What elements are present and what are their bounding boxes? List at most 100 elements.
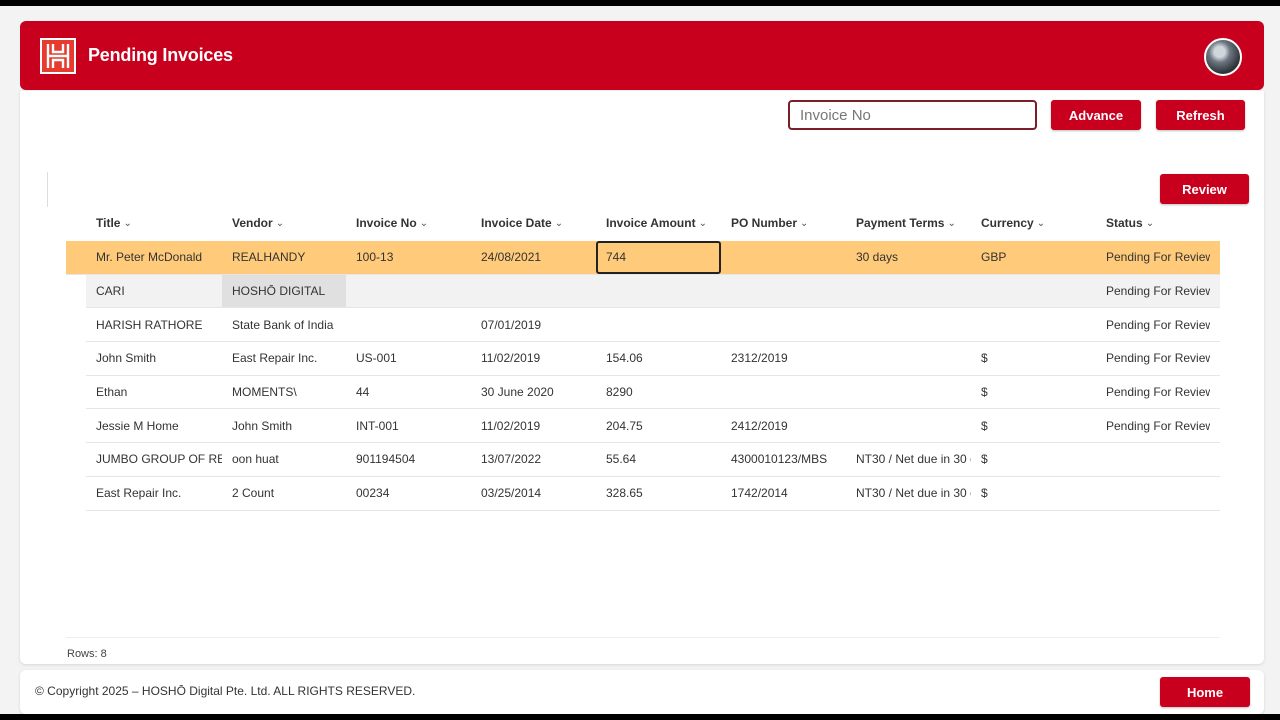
table-cell[interactable]: MOMENTS\ <box>222 376 346 409</box>
table-cell[interactable]: Pending For Review <box>1096 308 1210 341</box>
user-avatar[interactable] <box>1204 38 1242 76</box>
table-cell[interactable]: 1742/2014 <box>721 477 846 510</box>
table-cell[interactable]: 328.65 <box>596 477 721 510</box>
table-cell[interactable] <box>721 308 846 341</box>
invoice-search-input[interactable] <box>788 100 1037 130</box>
table-cell[interactable]: East Repair Inc. <box>86 477 222 510</box>
table-cell[interactable]: 07/01/2019 <box>471 308 596 341</box>
table-cell[interactable] <box>721 241 846 274</box>
table-cell[interactable]: 901194504 <box>346 443 471 476</box>
table-cell[interactable]: $ <box>971 342 1096 375</box>
table-cell[interactable] <box>1096 443 1210 476</box>
table-row[interactable]: CARI HOSHŌ DIGITAL Pending For Review <box>86 274 1220 309</box>
table-cell[interactable]: $ <box>971 376 1096 409</box>
table-cell[interactable]: $ <box>971 477 1096 510</box>
table-cell[interactable]: Pending For Review <box>1096 342 1210 375</box>
table-cell[interactable] <box>596 308 721 341</box>
chevron-down-icon[interactable]: ⌄ <box>555 218 563 229</box>
table-cell[interactable]: 4300010123/MBS <box>721 443 846 476</box>
column-header[interactable]: Title ⌄ <box>66 216 222 230</box>
table-cell[interactable]: 03/25/2014 <box>471 477 596 510</box>
table-cell[interactable]: 8290 <box>596 376 721 409</box>
refresh-button[interactable]: Refresh <box>1156 100 1245 130</box>
table-cell[interactable]: 100-13 <box>346 241 471 274</box>
table-cell[interactable] <box>721 275 846 308</box>
table-cell[interactable] <box>846 376 971 409</box>
table-cell[interactable]: 11/02/2019 <box>471 409 596 442</box>
table-cell[interactable]: Pending For Review <box>1096 241 1210 274</box>
table-row[interactable]: Jessie M Home John Smith INT-001 11/02/2019… <box>86 409 1220 444</box>
table-cell[interactable]: CARI <box>86 275 222 308</box>
column-header[interactable]: PO Number ⌄ <box>721 216 846 230</box>
table-row[interactable]: East Repair Inc. 2 Count 00234 03/25/2014 32… <box>86 477 1220 511</box>
table-cell[interactable] <box>971 308 1096 341</box>
table-cell[interactable]: US-001 <box>346 342 471 375</box>
table-row[interactable]: JUMBO GROUP OF RESTAURANTSoon huat901194… <box>86 443 1220 477</box>
table-cell[interactable] <box>471 275 596 308</box>
table-cell[interactable]: 2 Count <box>222 477 346 510</box>
table-cell[interactable] <box>721 376 846 409</box>
column-header[interactable]: Invoice No ⌄ <box>346 216 471 230</box>
column-header[interactable]: Payment Terms ⌄ <box>846 216 971 230</box>
table-cell[interactable]: JUMBO GROUP OF RESTAURANTS <box>86 443 222 476</box>
table-cell[interactable]: John Smith <box>222 409 346 442</box>
table-cell[interactable] <box>596 275 721 308</box>
table-cell[interactable]: 30 days <box>846 241 971 274</box>
table-row[interactable]: Mr. Peter McDonald REALHANDY 100-13 24/08/2… <box>66 241 1220 275</box>
table-cell[interactable] <box>846 275 971 308</box>
table-cell[interactable]: 744 <box>596 241 721 274</box>
table-cell[interactable]: NT30 / Net due in 30 days <box>846 443 971 476</box>
table-cell[interactable]: HOSHŌ DIGITAL <box>222 274 346 308</box>
table-cell[interactable] <box>846 409 971 442</box>
table-cell[interactable]: 2412/2019 <box>721 409 846 442</box>
table-cell[interactable]: oon huat <box>222 443 346 476</box>
table-row[interactable]: John Smith East Repair Inc. US-001 11/02/20… <box>86 342 1220 376</box>
column-header[interactable]: Currency ⌄ <box>971 216 1096 230</box>
table-cell[interactable] <box>346 275 471 308</box>
chevron-down-icon[interactable]: ⌄ <box>123 218 131 229</box>
table-cell[interactable]: 44 <box>346 376 471 409</box>
chevron-down-icon[interactable]: ⌄ <box>699 218 707 229</box>
chevron-down-icon[interactable]: ⌄ <box>1146 218 1154 229</box>
table-cell[interactable]: 13/07/2022 <box>471 443 596 476</box>
home-button[interactable]: Home <box>1160 677 1250 707</box>
table-cell[interactable]: East Repair Inc. <box>222 342 346 375</box>
table-cell[interactable]: Pending For Review <box>1096 409 1210 442</box>
table-cell[interactable]: 00234 <box>346 477 471 510</box>
chevron-down-icon[interactable]: ⌄ <box>276 218 284 229</box>
table-cell[interactable] <box>971 275 1096 308</box>
chevron-down-icon[interactable]: ⌄ <box>420 218 428 229</box>
table-cell[interactable]: John Smith <box>86 342 222 375</box>
table-cell[interactable]: Ethan <box>86 376 222 409</box>
table-cell[interactable]: GBP <box>971 241 1096 274</box>
table-cell[interactable]: HARISH RATHORE <box>86 308 222 341</box>
table-cell[interactable]: 204.75 <box>596 409 721 442</box>
table-cell[interactable]: Pending For Review <box>1096 275 1210 308</box>
table-cell[interactable]: REALHANDY <box>222 241 346 274</box>
review-button[interactable]: Review <box>1160 174 1249 204</box>
table-cell[interactable] <box>346 308 471 341</box>
chevron-down-icon[interactable]: ⌄ <box>947 218 955 229</box>
table-cell[interactable] <box>846 308 971 341</box>
table-cell[interactable]: Mr. Peter McDonald <box>86 241 222 274</box>
table-cell[interactable]: INT-001 <box>346 409 471 442</box>
table-cell[interactable]: 154.06 <box>596 342 721 375</box>
chevron-down-icon[interactable]: ⌄ <box>1037 218 1045 229</box>
table-cell[interactable]: 30 June 2020 <box>471 376 596 409</box>
table-cell[interactable]: $ <box>971 409 1096 442</box>
table-cell[interactable]: 11/02/2019 <box>471 342 596 375</box>
table-row[interactable]: Ethan MOMENTS\ 44 30 June 2020 8290 $ Pending … <box>86 376 1220 410</box>
table-cell[interactable]: 55.64 <box>596 443 721 476</box>
table-cell[interactable]: 2312/2019 <box>721 342 846 375</box>
table-cell[interactable] <box>846 342 971 375</box>
advance-button[interactable]: Advance <box>1051 100 1141 130</box>
column-header[interactable]: Vendor ⌄ <box>222 216 346 230</box>
table-cell[interactable]: 24/08/2021 <box>471 241 596 274</box>
table-cell[interactable]: Pending For Review <box>1096 376 1210 409</box>
table-cell[interactable] <box>1096 477 1210 510</box>
column-header[interactable]: Invoice Date ⌄ <box>471 216 596 230</box>
table-cell[interactable]: $ <box>971 443 1096 476</box>
column-header[interactable]: Status ⌄ <box>1096 216 1210 230</box>
table-cell[interactable]: State Bank of India <box>222 308 346 341</box>
table-cell[interactable]: NT30 / Net due in 30 days <box>846 477 971 510</box>
